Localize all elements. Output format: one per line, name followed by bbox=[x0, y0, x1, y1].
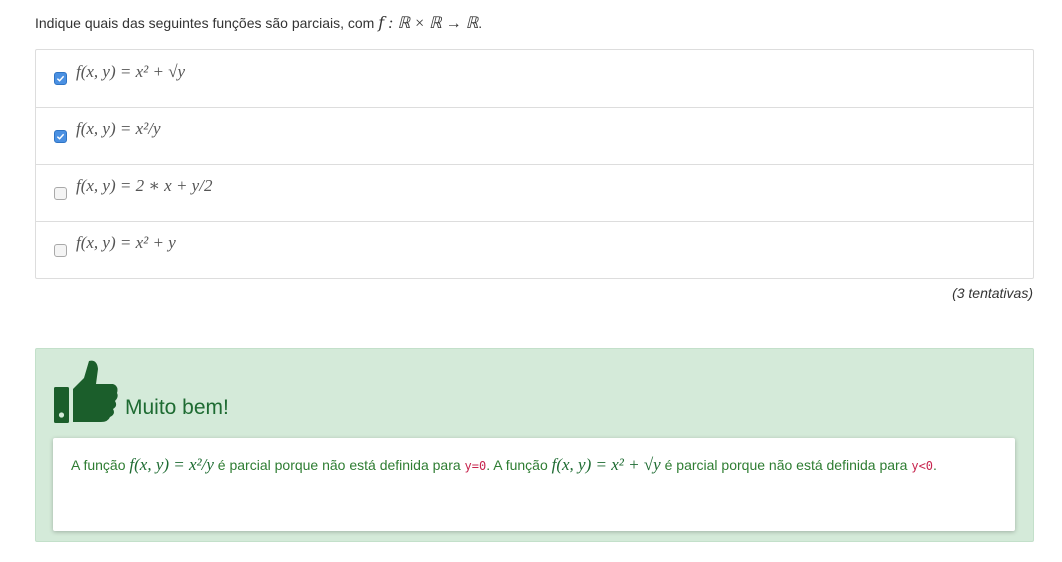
checkbox-unchecked[interactable] bbox=[54, 243, 67, 257]
option-label: f(x, y) = 2 ∗ x + y/2 bbox=[76, 176, 213, 195]
checkmark-icon bbox=[56, 133, 65, 140]
option-label: f(x, y) = x² + y bbox=[76, 233, 176, 252]
explanation-text: A função bbox=[71, 457, 130, 473]
option-label: f(x, y) = x² + √y bbox=[76, 61, 186, 81]
explanation-formula: f(x, y) = x²/y bbox=[129, 455, 214, 474]
option-row[interactable]: f(x, y) = x² + √y bbox=[36, 50, 1033, 107]
question-prefix: Indique quais das seguintes funções são … bbox=[35, 15, 379, 31]
explanation-text: . A função bbox=[486, 457, 552, 473]
checkmark-icon bbox=[56, 75, 65, 82]
explanation-formula: f(x, y) = x² + √y bbox=[551, 455, 661, 474]
question-text: Indique quais das seguintes funções são … bbox=[35, 12, 482, 35]
checkbox-checked[interactable] bbox=[54, 72, 67, 85]
feedback-title: Muito bem! bbox=[125, 396, 229, 419]
attempts-count: (3 tentativas) bbox=[952, 285, 1033, 301]
explanation-text: é parcial porque não está definida para bbox=[213, 457, 465, 473]
explanation-code: y=0 bbox=[464, 459, 487, 473]
feedback-explanation: A função f(x, y) = x²/y é parcial porque… bbox=[53, 438, 1015, 531]
explanation-code: y<0 bbox=[911, 459, 934, 473]
feedback-panel: Muito bem! A função f(x, y) = x²/y é par… bbox=[35, 348, 1034, 542]
question-suffix: . bbox=[478, 15, 483, 31]
explanation-text: é parcial porque não está definida para bbox=[660, 457, 912, 473]
explanation-text: . bbox=[933, 457, 937, 473]
question-formula: 𝑓 : ℝ × ℝ → ℝ bbox=[378, 15, 479, 32]
checkbox-unchecked[interactable] bbox=[54, 186, 67, 200]
thumbs-up-icon bbox=[54, 360, 118, 423]
option-row[interactable]: f(x, y) = x²/y bbox=[36, 107, 1033, 164]
options-list: f(x, y) = x² + √y f(x, y) = x²/y f(x, y)… bbox=[35, 49, 1034, 279]
option-row[interactable]: f(x, y) = x² + y bbox=[36, 221, 1033, 278]
option-row[interactable]: f(x, y) = 2 ∗ x + y/2 bbox=[36, 164, 1033, 221]
checkbox-checked[interactable] bbox=[54, 129, 67, 143]
option-label: f(x, y) = x²/y bbox=[76, 119, 161, 138]
